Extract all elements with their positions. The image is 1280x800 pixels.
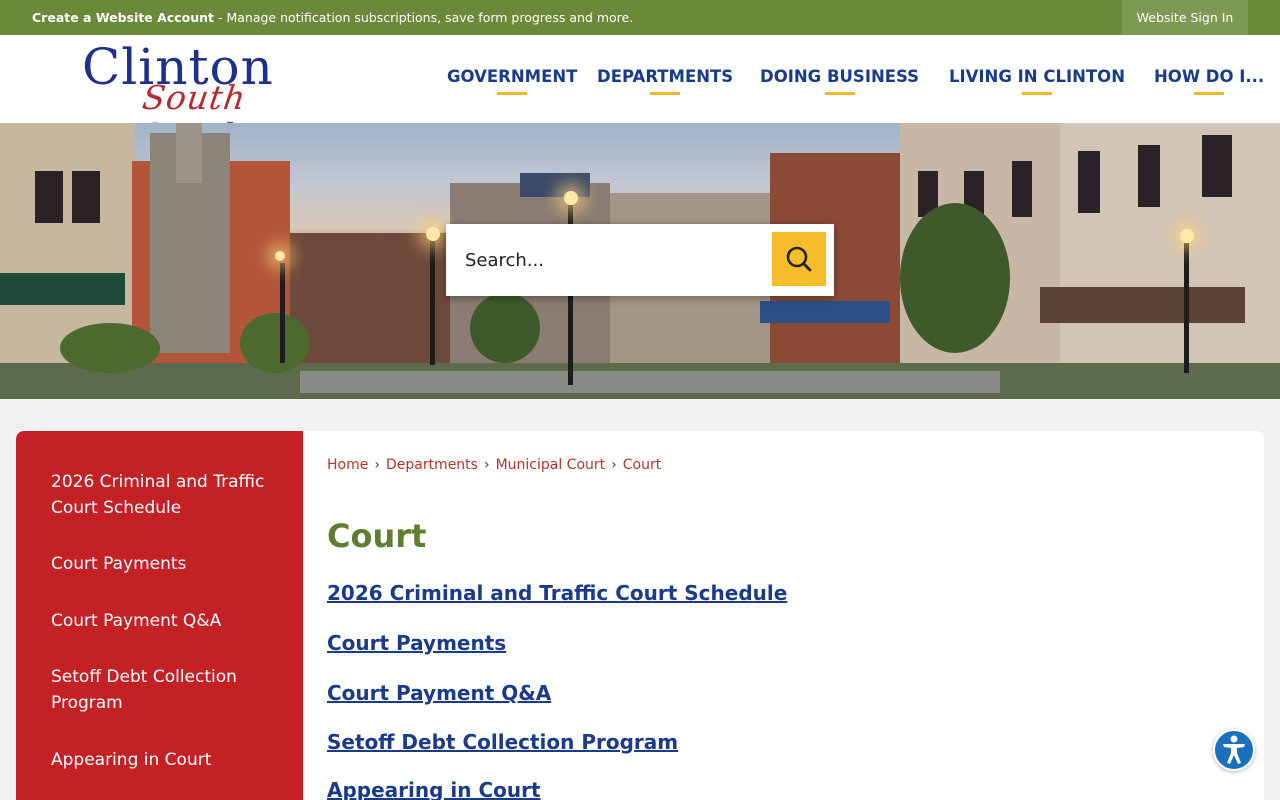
- sign-in-button[interactable]: Website Sign In: [1122, 0, 1248, 35]
- shrub: [240, 313, 310, 373]
- nav-departments[interactable]: DEPARTMENTS: [597, 67, 734, 95]
- nav-underline: [824, 92, 855, 95]
- monument-column: [176, 123, 202, 183]
- window: [1202, 135, 1232, 197]
- sidebar-nav: 2026 Criminal and Traffic Court Schedule…: [16, 431, 303, 800]
- nav-government[interactable]: GOVERNMENT: [447, 67, 578, 95]
- street-lamp: [1180, 229, 1194, 243]
- street-lamp: [426, 227, 440, 241]
- window: [1012, 161, 1032, 217]
- lamp-post: [280, 263, 285, 363]
- search-input[interactable]: [454, 232, 768, 288]
- awning: [1040, 287, 1245, 323]
- link-court-payments[interactable]: Court Payments: [327, 631, 506, 655]
- nav-label: HOW DO I...: [1154, 67, 1265, 86]
- search-button[interactable]: [772, 232, 826, 286]
- awning: [760, 301, 890, 323]
- nav-underline: [1194, 92, 1225, 95]
- window: [72, 171, 100, 223]
- create-account-link[interactable]: Create a Website Account: [32, 10, 214, 25]
- link-appearing-in-court[interactable]: Appearing in Court: [327, 778, 541, 800]
- lamp-post: [430, 235, 435, 365]
- link-court-schedule[interactable]: 2026 Criminal and Traffic Court Schedule: [327, 581, 787, 605]
- sidebar-item-setoff-debt[interactable]: Setoff Debt Collection Program: [51, 664, 271, 716]
- breadcrumb-court[interactable]: Court: [623, 457, 661, 473]
- accessibility-icon: [1223, 735, 1245, 764]
- sidebar-item-court-payments[interactable]: Court Payments: [51, 551, 271, 577]
- awning: [0, 273, 125, 305]
- street: [300, 371, 1000, 393]
- window: [35, 171, 63, 223]
- window: [1138, 145, 1160, 207]
- street-lamp: [564, 191, 578, 205]
- nav-doing-business[interactable]: DOING BUSINESS: [760, 67, 920, 95]
- search-bar: [446, 224, 834, 296]
- shrub: [60, 323, 160, 373]
- tree: [900, 203, 1010, 353]
- link-payment-qa[interactable]: Court Payment Q&A: [327, 681, 551, 705]
- nav-underline: [497, 92, 528, 95]
- nav-label: DOING BUSINESS: [760, 67, 920, 86]
- sidebar-item-court-schedule[interactable]: 2026 Criminal and Traffic Court Schedule: [51, 469, 271, 521]
- street-lamp: [275, 251, 285, 261]
- tree: [470, 293, 540, 363]
- window: [1078, 151, 1100, 213]
- page-title: Court: [327, 517, 427, 555]
- breadcrumb-separator: ›: [483, 457, 490, 473]
- lamp-post: [1184, 243, 1189, 373]
- nav-underline: [1022, 92, 1052, 95]
- breadcrumb-departments[interactable]: Departments: [386, 457, 478, 473]
- nav-underline: [650, 92, 681, 95]
- sidebar-item-appearing-in-court[interactable]: Appearing in Court: [51, 747, 271, 773]
- link-setoff-debt[interactable]: Setoff Debt Collection Program: [327, 730, 678, 754]
- search-icon: [786, 246, 812, 272]
- top-bar: Create a Website Account - Manage notifi…: [0, 0, 1280, 35]
- account-message-text: - Manage notification subscriptions, sav…: [214, 10, 634, 25]
- breadcrumb-separator: ›: [374, 457, 380, 473]
- main-content: Home › Departments › Municipal Court › Court C…: [303, 431, 1264, 800]
- nav-label: LIVING IN CLINTON: [949, 67, 1126, 86]
- breadcrumb: Home › Departments › Municipal Court › Court: [327, 457, 661, 473]
- account-message: Create a Website Account - Manage notifi…: [32, 10, 633, 25]
- nav-how-do-i[interactable]: HOW DO I...: [1154, 67, 1265, 95]
- roof: [520, 173, 590, 197]
- nav-label: GOVERNMENT: [447, 67, 578, 86]
- nav-living-in-clinton[interactable]: LIVING IN CLINTON: [949, 67, 1126, 95]
- breadcrumb-home[interactable]: Home: [327, 457, 368, 473]
- accessibility-button[interactable]: [1213, 729, 1255, 771]
- nav-label: DEPARTMENTS: [597, 67, 734, 86]
- breadcrumb-separator: ›: [611, 457, 617, 473]
- sidebar-item-payment-qa[interactable]: Court Payment Q&A: [51, 608, 271, 634]
- hero-banner: [0, 123, 1280, 399]
- site-header: Clinton South Carolina GOVERNMENT DEPART…: [0, 35, 1280, 155]
- site-logo[interactable]: Clinton South Carolina: [82, 41, 362, 155]
- building: [290, 233, 450, 363]
- breadcrumb-municipal-court[interactable]: Municipal Court: [496, 457, 606, 473]
